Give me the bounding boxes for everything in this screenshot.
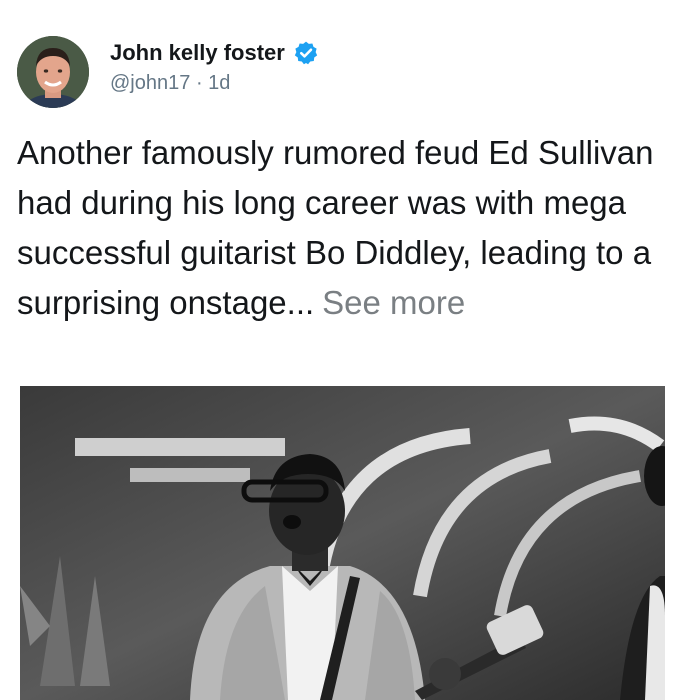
- tweet-header: John kelly foster @john17 · 1d: [110, 38, 319, 95]
- handle[interactable]: @john17: [110, 72, 190, 94]
- tweet-text: Another famously rumored feud Ed Sulliva…: [17, 128, 687, 328]
- meta-separator: ·: [195, 72, 203, 94]
- display-name[interactable]: John kelly foster: [110, 40, 285, 66]
- timestamp[interactable]: 1d: [208, 72, 230, 94]
- tweet-media-image[interactable]: [20, 386, 665, 700]
- performer-photo: [20, 386, 665, 700]
- avatar-photo: [17, 36, 89, 108]
- verified-badge-icon: [293, 40, 319, 66]
- see-more-link[interactable]: See more: [322, 284, 465, 321]
- avatar[interactable]: [17, 36, 89, 108]
- tweet-meta: @john17 · 1d: [110, 72, 319, 95]
- tweet-card[interactable]: John kelly foster @john17 · 1d Another f…: [0, 0, 700, 700]
